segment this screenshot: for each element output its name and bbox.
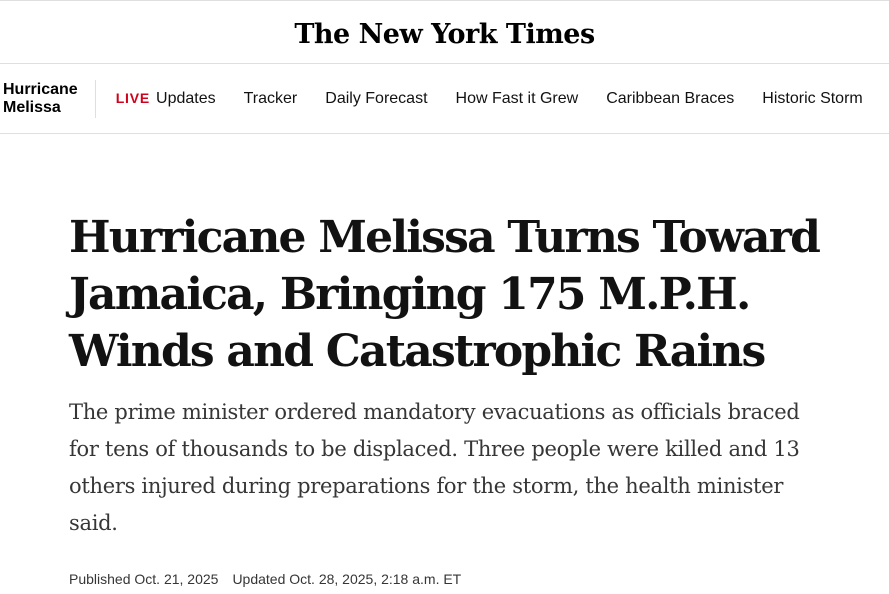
- updated-date: Updated Oct. 28, 2025, 2:18 a.m. ET: [232, 571, 462, 587]
- article-headline: Hurricane Melissa Turns Toward Jamaica, …: [69, 212, 821, 377]
- article-timestamps: Published Oct. 21, 2025 Updated Oct. 28, …: [69, 571, 461, 587]
- nav-items: LIVE Updates Tracker Daily Forecast How F…: [96, 90, 889, 108]
- section-title-line1: Hurricane: [3, 80, 78, 98]
- nav-item-tracker[interactable]: Tracker: [244, 90, 298, 108]
- masthead: The New York Times: [0, 0, 889, 64]
- nav-item-daily-forecast[interactable]: Daily Forecast: [325, 90, 427, 108]
- nav-item-caribbean-braces[interactable]: Caribbean Braces: [606, 90, 734, 108]
- nav-item-label: Updates: [156, 89, 216, 107]
- published-date: Published Oct. 21, 2025: [69, 571, 219, 587]
- nav-item-historic-storm[interactable]: Historic Storm: [762, 90, 862, 108]
- article-summary: The prime minister ordered mandatory eva…: [69, 400, 800, 535]
- live-badge: LIVE: [115, 89, 151, 106]
- nav-item-live-updates[interactable]: LIVE Updates: [116, 90, 216, 108]
- nyt-logo[interactable]: The New York Times: [294, 19, 595, 50]
- nav-item-how-fast-it-grew[interactable]: How Fast it Grew: [456, 90, 579, 108]
- section-title[interactable]: Hurricane Melissa: [0, 79, 96, 118]
- section-title-line2: Melissa: [3, 98, 61, 116]
- section-nav: Hurricane Melissa LIVE Updates Tracker Da…: [0, 64, 889, 134]
